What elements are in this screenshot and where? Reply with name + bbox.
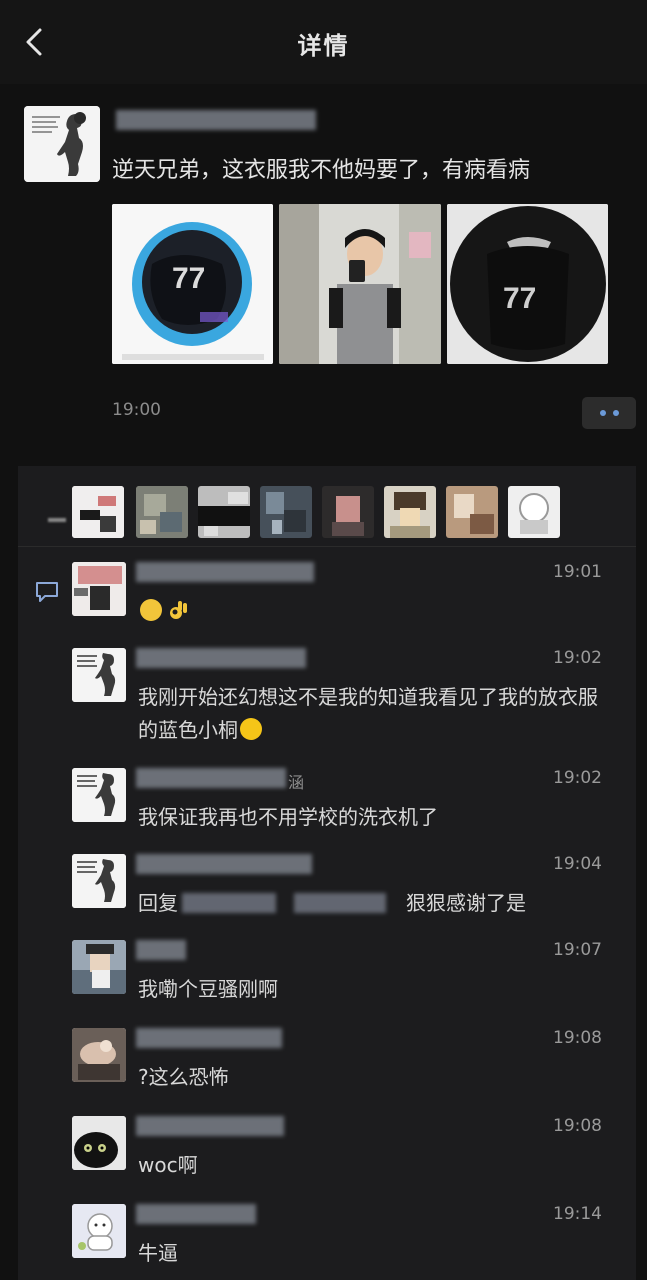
like-list: [32, 484, 632, 540]
post-photos: 77 77: [112, 204, 608, 364]
like-icon: [48, 518, 66, 522]
commenter-name[interactable]: [136, 648, 306, 670]
comment-item: 涵 19:02 我保证我再也不用学校的洗衣机了: [72, 768, 636, 829]
comment-time: 19:02: [553, 648, 602, 668]
reply-text: 狠狠感谢了是: [406, 891, 526, 915]
commenter-name[interactable]: 涵: [136, 768, 305, 792]
smile-emoji: [240, 718, 262, 740]
comment-item: 19:02 我刚开始还幻想这不是我的知道我看见了我的放衣服的蓝色小桐: [72, 648, 636, 744]
comment-item: 19:01: [72, 562, 636, 622]
post-author-avatar[interactable]: [24, 106, 100, 182]
jersey-number-1: 77: [172, 262, 205, 295]
more-dots-icon: [599, 410, 606, 416]
like-avatar[interactable]: [260, 486, 312, 538]
comment-item: 19:08 ?这么恐怖: [72, 1028, 636, 1089]
interaction-panel: 19:01 19:02 我刚开始还幻想这不是我的知道我看见了我的放衣服的蓝色小桐: [18, 466, 636, 1280]
commenter-name[interactable]: [136, 940, 186, 962]
comment-text-content: 我刚开始还幻想这不是我的知道我看见了我的放衣服的蓝色小桐: [138, 685, 598, 742]
ok-hand-emoji: [168, 598, 190, 620]
comment-text: 我保证我再也不用学校的洗衣机了: [138, 805, 438, 829]
like-avatar[interactable]: [198, 486, 250, 538]
comment-item: 19:07 我嘞个豆骚刚啊: [72, 940, 636, 1001]
comment-text: 我刚开始还幻想这不是我的知道我看见了我的放衣服的蓝色小桐: [138, 681, 616, 747]
commenter-name[interactable]: [136, 1204, 256, 1226]
commenter-avatar[interactable]: [72, 854, 126, 908]
comment-time: 19:02: [553, 768, 602, 788]
commenter-name[interactable]: [136, 1116, 284, 1138]
comment-text: 我嘞个豆骚刚啊: [138, 977, 278, 1001]
post-photo-1[interactable]: 77: [112, 204, 274, 364]
more-actions-button[interactable]: [582, 397, 636, 429]
commenter-avatar[interactable]: [72, 1116, 126, 1170]
jersey-number-3: 77: [503, 282, 536, 315]
commenter-avatar[interactable]: [72, 1028, 126, 1082]
like-avatar[interactable]: [322, 486, 374, 538]
commenter-name[interactable]: [136, 1028, 282, 1050]
reply-prefix: 回复: [138, 891, 178, 915]
like-avatar[interactable]: [72, 486, 124, 538]
comment-text: 回复 狠狠感谢了是: [138, 887, 616, 920]
like-avatar[interactable]: [136, 486, 188, 538]
top-bar: 详情: [0, 0, 647, 84]
reply-target-name[interactable]: [182, 893, 276, 913]
commenter-name-suffix: 涵: [288, 773, 305, 792]
commenter-avatar[interactable]: [72, 562, 126, 616]
more-dots-icon: [612, 410, 619, 416]
post-text: 逆天兄弟，这衣服我不他妈要了，有病看病: [112, 158, 531, 183]
comment-time: 19:08: [553, 1116, 602, 1136]
detail-page: 详情 逆天兄弟，这衣服我不他妈要了，有病看病 77 77 19:00 19:01…: [0, 0, 647, 1280]
like-avatar[interactable]: [508, 486, 560, 538]
post-photo-3[interactable]: 77: [446, 204, 608, 364]
comment-time: 19:04: [553, 854, 602, 874]
comment-item: 19:04 回复 狠狠感谢了是: [72, 854, 636, 915]
commenter-avatar[interactable]: [72, 1204, 126, 1258]
commenter-avatar[interactable]: [72, 940, 126, 994]
comment-item: 19:14 牛逼: [72, 1204, 636, 1265]
comment-icon: [36, 582, 58, 602]
divider: [18, 546, 636, 547]
commenter-avatar[interactable]: [72, 768, 126, 822]
comment-text: 牛逼: [138, 1241, 178, 1265]
like-avatar[interactable]: [446, 486, 498, 538]
commenter-name[interactable]: [136, 854, 312, 876]
laughing-crying-emoji: [140, 599, 162, 621]
post-time: 19:00: [112, 400, 161, 420]
comment-text: ?这么恐怖: [138, 1065, 229, 1089]
post-author-name[interactable]: [116, 110, 346, 132]
comment-time: 19:01: [553, 562, 602, 582]
like-avatar[interactable]: [384, 486, 436, 538]
comment-text: woc啊: [138, 1153, 198, 1177]
commenter-name[interactable]: [136, 562, 314, 584]
post-photo-2[interactable]: [279, 204, 441, 364]
comment-time: 19:14: [553, 1204, 602, 1224]
comment-time: 19:08: [553, 1028, 602, 1048]
comment-time: 19:07: [553, 940, 602, 960]
page-title: 详情: [297, 32, 350, 60]
commenter-avatar[interactable]: [72, 648, 126, 702]
comment-text: [138, 595, 616, 628]
comment-item: 19:08 woc啊: [72, 1116, 636, 1177]
